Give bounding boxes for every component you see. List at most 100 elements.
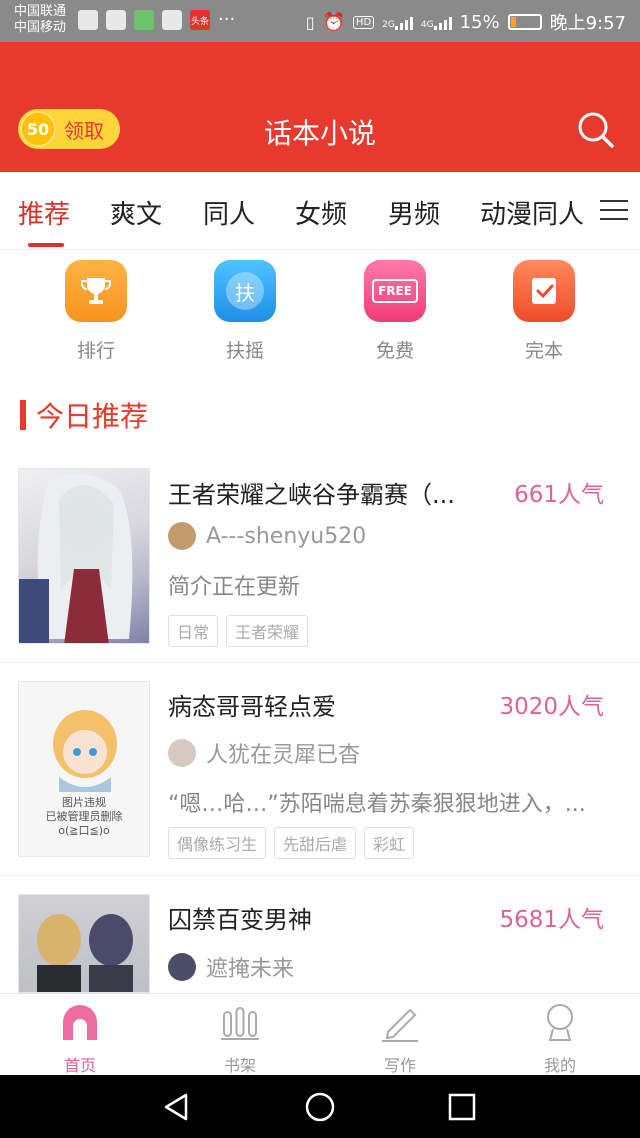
status-bar: 中国联通 中国移动 头条 ··· ▯ ⏰ HD 2G 4G 15% 晚上9:57 bbox=[0, 0, 640, 42]
nav-label: 写作 bbox=[383, 1056, 416, 1075]
section-title: 今日推荐 bbox=[36, 400, 149, 433]
check-book-icon bbox=[513, 260, 575, 322]
system-navigation-bar bbox=[0, 1075, 640, 1138]
nav-bookshelf[interactable]: 书架 bbox=[200, 1002, 280, 1076]
shortcut-label: 排行 bbox=[76, 340, 115, 362]
category-tabs: 推荐 爽文 同人 女频 男频 动漫同人 bbox=[0, 172, 640, 250]
tab-shuangwen[interactable]: 爽文 bbox=[110, 194, 162, 231]
tab-male[interactable]: 男频 bbox=[388, 194, 440, 231]
book-cover bbox=[18, 894, 150, 993]
app-title: 话本小说 bbox=[263, 117, 376, 150]
app-notification-icon bbox=[78, 10, 98, 30]
tag[interactable]: 偶像练习生 bbox=[168, 827, 267, 859]
green-app-notification-icon bbox=[134, 10, 154, 30]
shortcut-free[interactable]: FREE 免费 bbox=[355, 260, 435, 363]
pen-icon bbox=[382, 1008, 418, 1042]
author-name: 人犹在灵犀已杳 bbox=[206, 743, 361, 768]
free-glyph: FREE bbox=[372, 279, 418, 303]
recent-apps-icon[interactable] bbox=[446, 1091, 478, 1123]
book-popularity: 3020人气 bbox=[499, 694, 604, 720]
author-row: 遮掩未来 bbox=[168, 951, 294, 983]
bottom-navigation: 首页 书架 写作 我的 bbox=[0, 993, 640, 1075]
shortcut-ranking[interactable]: 排行 bbox=[56, 260, 136, 363]
nav-label: 书架 bbox=[223, 1056, 256, 1075]
book-item[interactable]: 图片违规 已被管理员删除 o(≧口≦)o 病态哥哥轻点爱 3020人气 人犹在灵… bbox=[0, 663, 640, 876]
battery-percent: 15% bbox=[459, 11, 500, 33]
nav-label: 我的 bbox=[543, 1056, 576, 1075]
alarm-icon: ⏰ bbox=[322, 11, 345, 33]
tag[interactable]: 日常 bbox=[168, 615, 219, 647]
tag[interactable]: 王者荣耀 bbox=[226, 615, 309, 647]
home-icon bbox=[63, 1005, 97, 1040]
shortcut-finished[interactable]: 完本 bbox=[504, 260, 584, 363]
book-item[interactable]: 囚禁百变男神 5681人气 遮掩未来 bbox=[0, 876, 640, 993]
book-cover bbox=[18, 468, 150, 644]
nav-home[interactable]: 首页 bbox=[40, 1002, 120, 1076]
fuyao-icon: 扶 bbox=[214, 260, 276, 322]
bookshelf-icon bbox=[221, 1007, 259, 1040]
tag[interactable]: 先甜后虐 bbox=[274, 827, 357, 859]
book-title: 囚禁百变男神 bbox=[168, 906, 312, 934]
section-today-recommend: 今日推荐 bbox=[20, 395, 148, 435]
clock: 晚上9:57 bbox=[549, 13, 626, 34]
author-row: 人犹在灵犀已杳 bbox=[168, 737, 360, 769]
book-popularity: 661人气 bbox=[514, 482, 604, 508]
free-icon: FREE bbox=[364, 260, 426, 322]
tag-list: 偶像练习生 先甜后虐 彩虹 bbox=[168, 827, 415, 859]
carrier-info: 中国联通 中国移动 bbox=[14, 4, 66, 36]
author-name: A---shenyu520 bbox=[206, 523, 367, 549]
nav-write[interactable]: 写作 bbox=[360, 1002, 440, 1076]
tab-tongren[interactable]: 同人 bbox=[203, 194, 255, 231]
nav-profile[interactable]: 我的 bbox=[520, 1002, 600, 1076]
notification-icons: 头条 ··· bbox=[78, 10, 235, 30]
tag[interactable]: 彩虹 bbox=[364, 827, 415, 859]
carrier-1: 中国联通 bbox=[14, 4, 67, 19]
cover-notice-1: 图片违规 bbox=[62, 796, 106, 809]
tab-anime-tongren[interactable]: 动漫同人 bbox=[480, 194, 584, 231]
section-marker bbox=[20, 400, 26, 430]
book-description: 简介正在更新 bbox=[168, 575, 301, 600]
more-notifications-icon: ··· bbox=[218, 9, 236, 30]
avatar bbox=[168, 953, 196, 981]
trophy-icon bbox=[65, 260, 127, 322]
menu-icon[interactable] bbox=[600, 198, 628, 222]
alert-notification-icon bbox=[162, 10, 182, 30]
profile-icon bbox=[547, 1004, 573, 1041]
cover-notice-2: 已被管理员删除 bbox=[45, 810, 123, 823]
fuyao-glyph: 扶 bbox=[226, 272, 264, 310]
vibrate-icon: ▯ bbox=[305, 12, 315, 32]
shortcut-fuyao[interactable]: 扶 扶摇 bbox=[205, 260, 285, 363]
book-popularity: 5681人气 bbox=[499, 907, 604, 933]
signal-2g-icon: 2G bbox=[382, 14, 413, 30]
pulse-notification-icon bbox=[106, 10, 126, 30]
cover-notice-3: o(≧口≦)o bbox=[58, 824, 110, 837]
home-button-icon[interactable] bbox=[304, 1091, 336, 1123]
active-tab-indicator bbox=[28, 243, 64, 247]
tab-recommend[interactable]: 推荐 bbox=[18, 194, 70, 231]
author-name: 遮掩未来 bbox=[206, 957, 295, 982]
signal-4g-label: 4G bbox=[420, 20, 434, 30]
back-icon[interactable] bbox=[160, 1091, 192, 1123]
app-header: 50 领取 话本小说 bbox=[0, 42, 640, 172]
avatar bbox=[168, 522, 196, 550]
signal-4g-icon: 4G bbox=[421, 14, 452, 30]
tag-list: 日常 王者荣耀 bbox=[168, 615, 309, 647]
book-title: 病态哥哥轻点爱 bbox=[168, 693, 336, 721]
shortcut-label: 扶摇 bbox=[225, 340, 264, 362]
tab-female[interactable]: 女频 bbox=[295, 194, 347, 231]
system-status: ▯ ⏰ HD 2G 4G 15% 晚上9:57 bbox=[306, 9, 626, 35]
search-icon[interactable] bbox=[576, 110, 616, 150]
shortcut-label: 免费 bbox=[375, 340, 414, 362]
hd-badge: HD bbox=[352, 15, 375, 29]
carrier-2: 中国移动 bbox=[14, 20, 67, 35]
shortcut-label: 完本 bbox=[524, 340, 563, 362]
nav-label: 首页 bbox=[63, 1056, 96, 1075]
signal-2g-label: 2G bbox=[382, 20, 395, 30]
book-title: 王者荣耀之峡谷争霸赛（... bbox=[168, 481, 455, 509]
book-item[interactable]: 王者荣耀之峡谷争霸赛（... 661人气 A---shenyu520 简介正在更… bbox=[0, 455, 640, 663]
book-cover: 图片违规 已被管理员删除 o(≧口≦)o bbox=[18, 681, 150, 857]
battery-icon bbox=[507, 14, 542, 30]
avatar bbox=[168, 739, 196, 767]
news-notification-icon: 头条 bbox=[190, 10, 210, 30]
author-row: A---shenyu520 bbox=[168, 522, 366, 550]
